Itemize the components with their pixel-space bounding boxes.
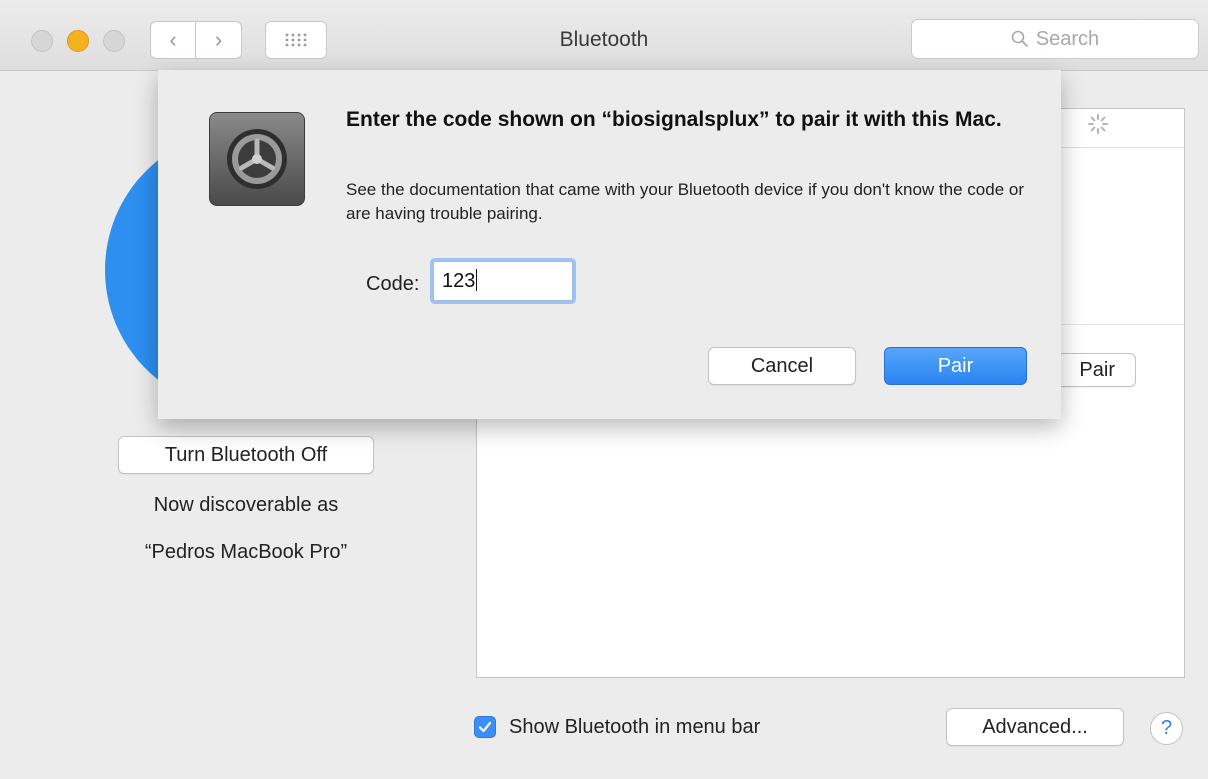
search-placeholder: Search (1035, 27, 1100, 50)
show-in-menubar-checkbox[interactable] (474, 716, 496, 738)
advanced-button[interactable]: Advanced... (946, 708, 1124, 746)
pairing-dialog: Enter the code shown on “biosignalsplux”… (158, 70, 1061, 419)
help-icon: ? (1160, 717, 1173, 739)
progress-spinner-icon (1088, 114, 1108, 134)
pair-button[interactable]: Pair (884, 347, 1027, 385)
discoverable-status: Now discoverable as (153, 494, 339, 516)
search-icon (1011, 30, 1028, 48)
checkmark-icon (478, 721, 492, 733)
text-caret (476, 269, 478, 291)
computer-name: “Pedros MacBook Pro” (144, 541, 348, 563)
cancel-button[interactable]: Cancel (708, 347, 856, 385)
title-bar: ‹ › Bluetooth Search (0, 0, 1208, 71)
dialog-message: See the documentation that came with you… (346, 180, 1024, 223)
system-preferences-gear-icon (209, 112, 305, 206)
code-value: 123 (442, 270, 476, 292)
dialog-title: Enter the code shown on “biosignalsplux”… (346, 108, 1002, 131)
show-in-menubar-label[interactable]: Show Bluetooth in menu bar (509, 716, 760, 739)
help-button[interactable]: ? (1150, 712, 1183, 745)
code-label: Code: (366, 273, 420, 295)
search-field[interactable]: Search (911, 19, 1199, 59)
code-input[interactable]: 123 (433, 261, 573, 301)
turn-bluetooth-off-button[interactable]: Turn Bluetooth Off (118, 436, 374, 474)
